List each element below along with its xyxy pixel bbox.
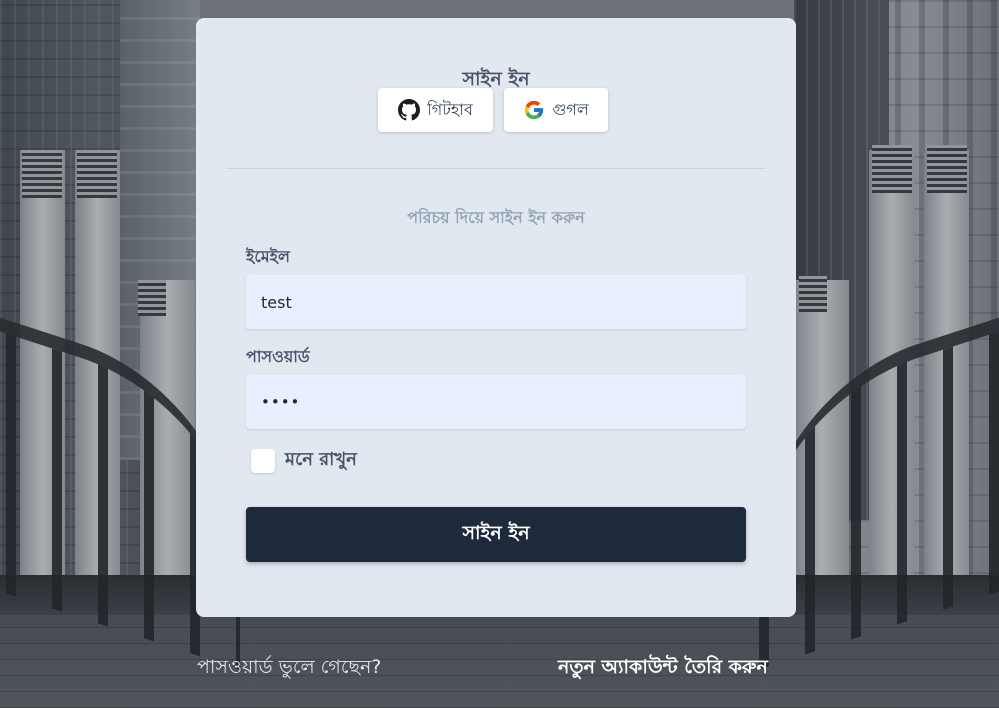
forgot-password-link[interactable]: পাসওয়ার্ড ভুলে গেছেন? [197,653,381,685]
google-icon [523,99,545,121]
password-field[interactable]: •••• [246,375,746,429]
remember-checkbox[interactable] [251,448,275,473]
card-title: সাইন ইন [462,68,530,90]
password-label: পাসওয়ার্ড [246,347,310,366]
github-signin-button[interactable]: গিটহাব [378,88,493,132]
credentials-subtitle: পরিচয় দিয়ে সাইন ইন করুন [407,208,585,227]
create-account-link[interactable]: নতুন অ্যাকাউন্ট তৈরি করুন [558,653,768,685]
remember-me[interactable]: মনে রাখুন [251,445,357,476]
signin-submit-button[interactable]: সাইন ইন [246,507,746,562]
google-signin-button[interactable]: গুগল [504,88,608,132]
github-label: গিটহাব [427,99,473,119]
email-field[interactable] [246,275,746,329]
password-mask: •••• [261,393,301,411]
divider [226,168,766,169]
github-icon [398,99,421,121]
email-label: ইমেইল [246,247,290,266]
signin-card: সাইন ইন গিটহাব গুগল পরিচয় দিয়ে সাইন ইন… [196,18,796,617]
google-label: গুগল [552,99,589,119]
remember-label: মনে রাখুন [285,449,357,470]
